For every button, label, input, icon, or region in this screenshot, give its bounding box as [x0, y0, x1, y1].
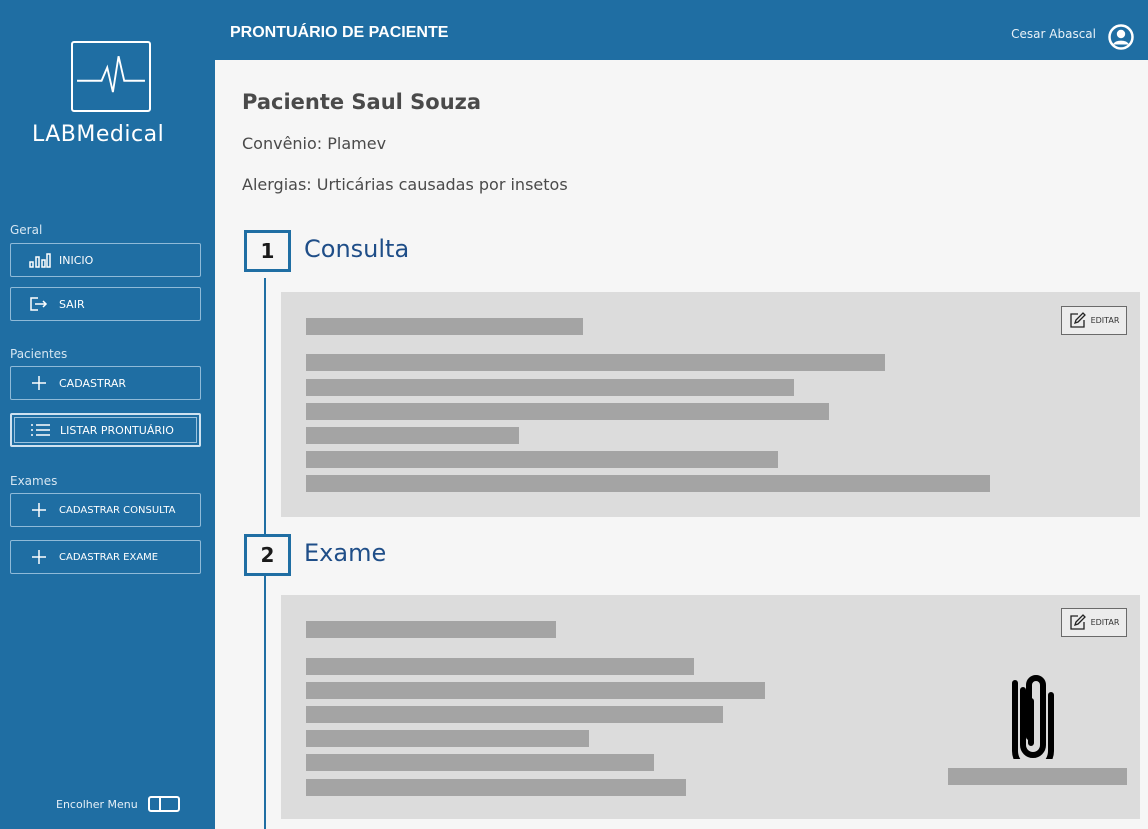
timeline-step-number: 1 [244, 230, 291, 272]
sidebar-item-label: LISTAR PRONTUÁRIO [60, 423, 174, 437]
page-title: PRONTUÁRIO DE PACIENTE [230, 24, 449, 41]
placeholder-line [306, 379, 794, 396]
user-avatar-icon[interactable] [1108, 24, 1134, 50]
timeline-step-number: 2 [244, 534, 291, 576]
edit-button[interactable]: EDITAR [1061, 608, 1127, 637]
edit-button-label: EDITAR [1090, 316, 1120, 325]
collapse-menu-label: Encolher Menu [56, 797, 138, 811]
paperclip-icon[interactable] [1009, 675, 1061, 759]
placeholder-line [306, 779, 686, 796]
placeholder-line [306, 754, 654, 771]
edit-icon [1069, 614, 1086, 630]
sidebar-item-cadastrar-consulta[interactable]: CADASTRAR CONSULTA [10, 493, 201, 527]
user-name[interactable]: Cesar Abascal [1011, 27, 1096, 41]
sidebar-item-label: SAIR [59, 297, 85, 311]
patient-name: Paciente Saul Souza [242, 90, 482, 114]
bar-chart-icon [29, 252, 51, 268]
attachment-name-placeholder [948, 768, 1127, 785]
placeholder-line [306, 354, 885, 371]
placeholder-line [306, 658, 694, 675]
timeline-step-title: Exame [304, 539, 387, 567]
patient-allergies: Alergias: Urticárias causadas por inseto… [242, 175, 568, 194]
sidebar-item-label: CADASTRAR [59, 376, 127, 390]
placeholder-line [306, 403, 829, 420]
sidebar-item-label: CADASTRAR CONSULTA [59, 504, 176, 516]
plus-icon [29, 375, 51, 391]
placeholder-line [306, 682, 765, 699]
exame-card: EDITAR [281, 595, 1140, 819]
placeholder-line [306, 427, 519, 444]
sidebar-item-cadastrar[interactable]: CADASTRAR [10, 366, 201, 400]
placeholder-line [306, 621, 556, 638]
sidebar-item-inicio[interactable]: INICIO [10, 243, 201, 277]
logout-icon [29, 296, 51, 312]
logo-icon [71, 41, 151, 112]
placeholder-line [306, 730, 589, 747]
consulta-card: EDITAR [281, 292, 1140, 517]
top-bar: PRONTUÁRIO DE PACIENTE Cesar Abascal [215, 0, 1148, 60]
sidebar-toggle-icon[interactable] [147, 796, 180, 812]
sidebar-item-cadastrar-exame[interactable]: CADASTRAR EXAME [10, 540, 201, 574]
collapse-menu[interactable]: Encolher Menu [56, 796, 180, 812]
edit-button[interactable]: EDITAR [1061, 306, 1127, 335]
sidebar-item-label: INICIO [59, 253, 94, 267]
timeline-step-title: Consulta [304, 235, 410, 263]
sidebar-item-listar-prontuario[interactable]: LISTAR PRONTUÁRIO [10, 413, 201, 447]
sidebar-item-label: CADASTRAR EXAME [59, 551, 159, 563]
edit-icon [1069, 312, 1086, 328]
group-label-pacientes: Pacientes [10, 347, 68, 361]
plus-icon [29, 549, 51, 565]
sidebar: LABMedical Geral INICIO SAIR Pacientes C… [0, 0, 215, 829]
placeholder-line [306, 475, 990, 492]
plus-icon [29, 502, 51, 518]
group-label-geral: Geral [10, 223, 43, 237]
group-label-exames: Exames [10, 474, 58, 488]
list-icon [30, 422, 52, 438]
placeholder-line [306, 451, 778, 468]
placeholder-line [306, 318, 583, 335]
placeholder-line [306, 706, 723, 723]
logo-text: LABMedical [32, 122, 165, 147]
sidebar-item-sair[interactable]: SAIR [10, 287, 201, 321]
edit-button-label: EDITAR [1090, 618, 1120, 627]
patient-insurance: Convênio: Plamev [242, 134, 387, 153]
